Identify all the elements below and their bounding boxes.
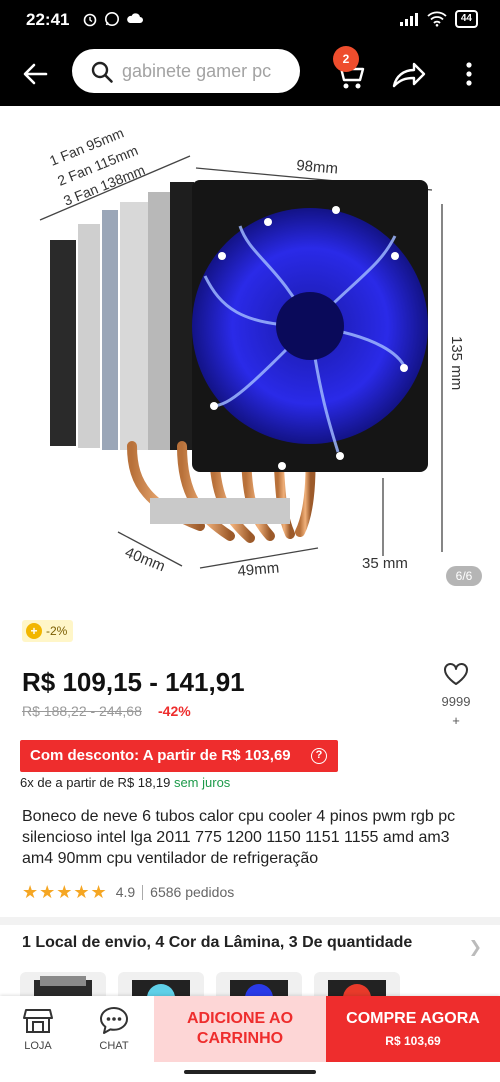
image-counter: 6/6	[446, 566, 482, 586]
dim-width: 98mm	[296, 157, 339, 178]
chat-button[interactable]: CHAT	[76, 996, 152, 1062]
status-time: 22:41	[26, 10, 70, 29]
orders-count: 6586 pedidos	[150, 884, 235, 900]
add-to-cart-line1: ADICIONE AO	[186, 1010, 294, 1027]
more-vertical-icon	[466, 62, 472, 86]
rating-separator	[142, 884, 144, 900]
installments-text: 6x de a partir de R$ 18,19	[20, 775, 171, 790]
price-range: R$ 109,15 - 141,91	[22, 667, 245, 697]
cart-badge: 2	[333, 46, 359, 72]
chat-label: CHAT	[99, 1040, 129, 1052]
dim-base: 49mm	[237, 559, 280, 580]
cpu-cooler-illustration: 1 Fan 95mm 2 Fan 115mm 3 Fan 138mm 98mm …	[39, 125, 465, 580]
search-bar[interactable]: gabinete gamer pc	[72, 49, 300, 93]
bottom-action-bar: LOJA CHAT ADICIONE AO CARRINHO COMPRE AG…	[0, 996, 500, 1062]
search-placeholder: gabinete gamer pc	[122, 61, 272, 81]
chat-icon	[100, 1007, 128, 1034]
add-to-cart-line2: CARRINHO	[196, 1030, 284, 1047]
product-image[interactable]: 1 Fan 95mm 2 Fan 115mm 3 Fan 138mm 98mm …	[0, 106, 500, 596]
installments-interest: sem juros	[173, 775, 231, 790]
coin-discount-text: -2%	[46, 624, 68, 638]
dim-depth: 40mm	[123, 544, 168, 575]
heart-icon	[444, 663, 468, 685]
favorite-count: 9999	[441, 694, 471, 709]
status-right-icons: 44	[399, 10, 478, 28]
share-button[interactable]	[390, 56, 428, 92]
installments-info: 6x de a partir de R$ 18,19 sem juros	[20, 775, 230, 790]
store-label: LOJA	[24, 1040, 52, 1052]
variant-options-row[interactable]: 1 Local de envio, 4 Cor da Lâmina, 3 De …	[22, 934, 482, 958]
buy-now-button[interactable]: COMPRE AGORA R$ 103,69	[326, 996, 500, 1062]
status-left-icons	[82, 11, 144, 27]
discount-percent: -42%	[158, 703, 191, 719]
original-price: R$ 188,22 - 244,68	[22, 703, 142, 719]
back-arrow-icon	[23, 63, 48, 85]
product-title: Boneco de neve 6 tubos calor cpu cooler …	[22, 808, 456, 867]
search-icon	[91, 61, 113, 83]
back-button[interactable]	[18, 56, 54, 92]
signal-icon	[399, 13, 418, 26]
cloud-icon	[127, 13, 143, 23]
discount-banner[interactable]: Com desconto: A partir de R$ 103,69	[20, 740, 338, 772]
dim-height: 135 mm	[448, 336, 465, 390]
favorite-count-plus: +	[452, 713, 460, 728]
coin-discount-chip[interactable]: + -2%	[22, 620, 74, 642]
whatsapp-icon	[105, 12, 119, 26]
add-to-cart-button[interactable]: ADICIONE AO CARRINHO	[154, 996, 326, 1062]
battery-indicator: 44	[454, 10, 478, 28]
share-icon	[392, 62, 426, 88]
discount-banner-label: Com desconto: A partir de R$ 103,69	[30, 747, 291, 764]
top-navigation: gabinete gamer pc 2	[0, 40, 500, 106]
rating-row[interactable]: ★★★★★ 4.9 6586 pedidos	[22, 882, 234, 902]
buy-now-price: R$ 103,69	[385, 1034, 441, 1048]
star-rating-icon: ★★★★★	[22, 881, 108, 902]
rating-value: 4.9	[115, 884, 136, 900]
dim-clearance: 35 mm	[362, 555, 408, 572]
alarm-icon	[83, 13, 97, 27]
gesture-area	[0, 1062, 500, 1082]
favorite-button[interactable]	[442, 660, 470, 688]
buy-now-label: COMPRE AGORA	[346, 1010, 480, 1027]
home-indicator[interactable]	[184, 1070, 316, 1074]
store-icon	[23, 1009, 53, 1033]
more-options-button[interactable]	[458, 56, 480, 92]
wifi-icon	[427, 11, 447, 27]
info-icon[interactable]: ?	[311, 748, 327, 764]
status-bar: 22:41 44	[0, 0, 500, 40]
coin-icon: +	[26, 623, 42, 639]
store-button[interactable]: LOJA	[0, 996, 76, 1062]
chevron-right-icon: ❯	[468, 939, 482, 956]
variant-options-summary: 1 Local de envio, 4 Cor da Lâmina, 3 De …	[22, 934, 413, 951]
section-divider	[0, 917, 500, 925]
